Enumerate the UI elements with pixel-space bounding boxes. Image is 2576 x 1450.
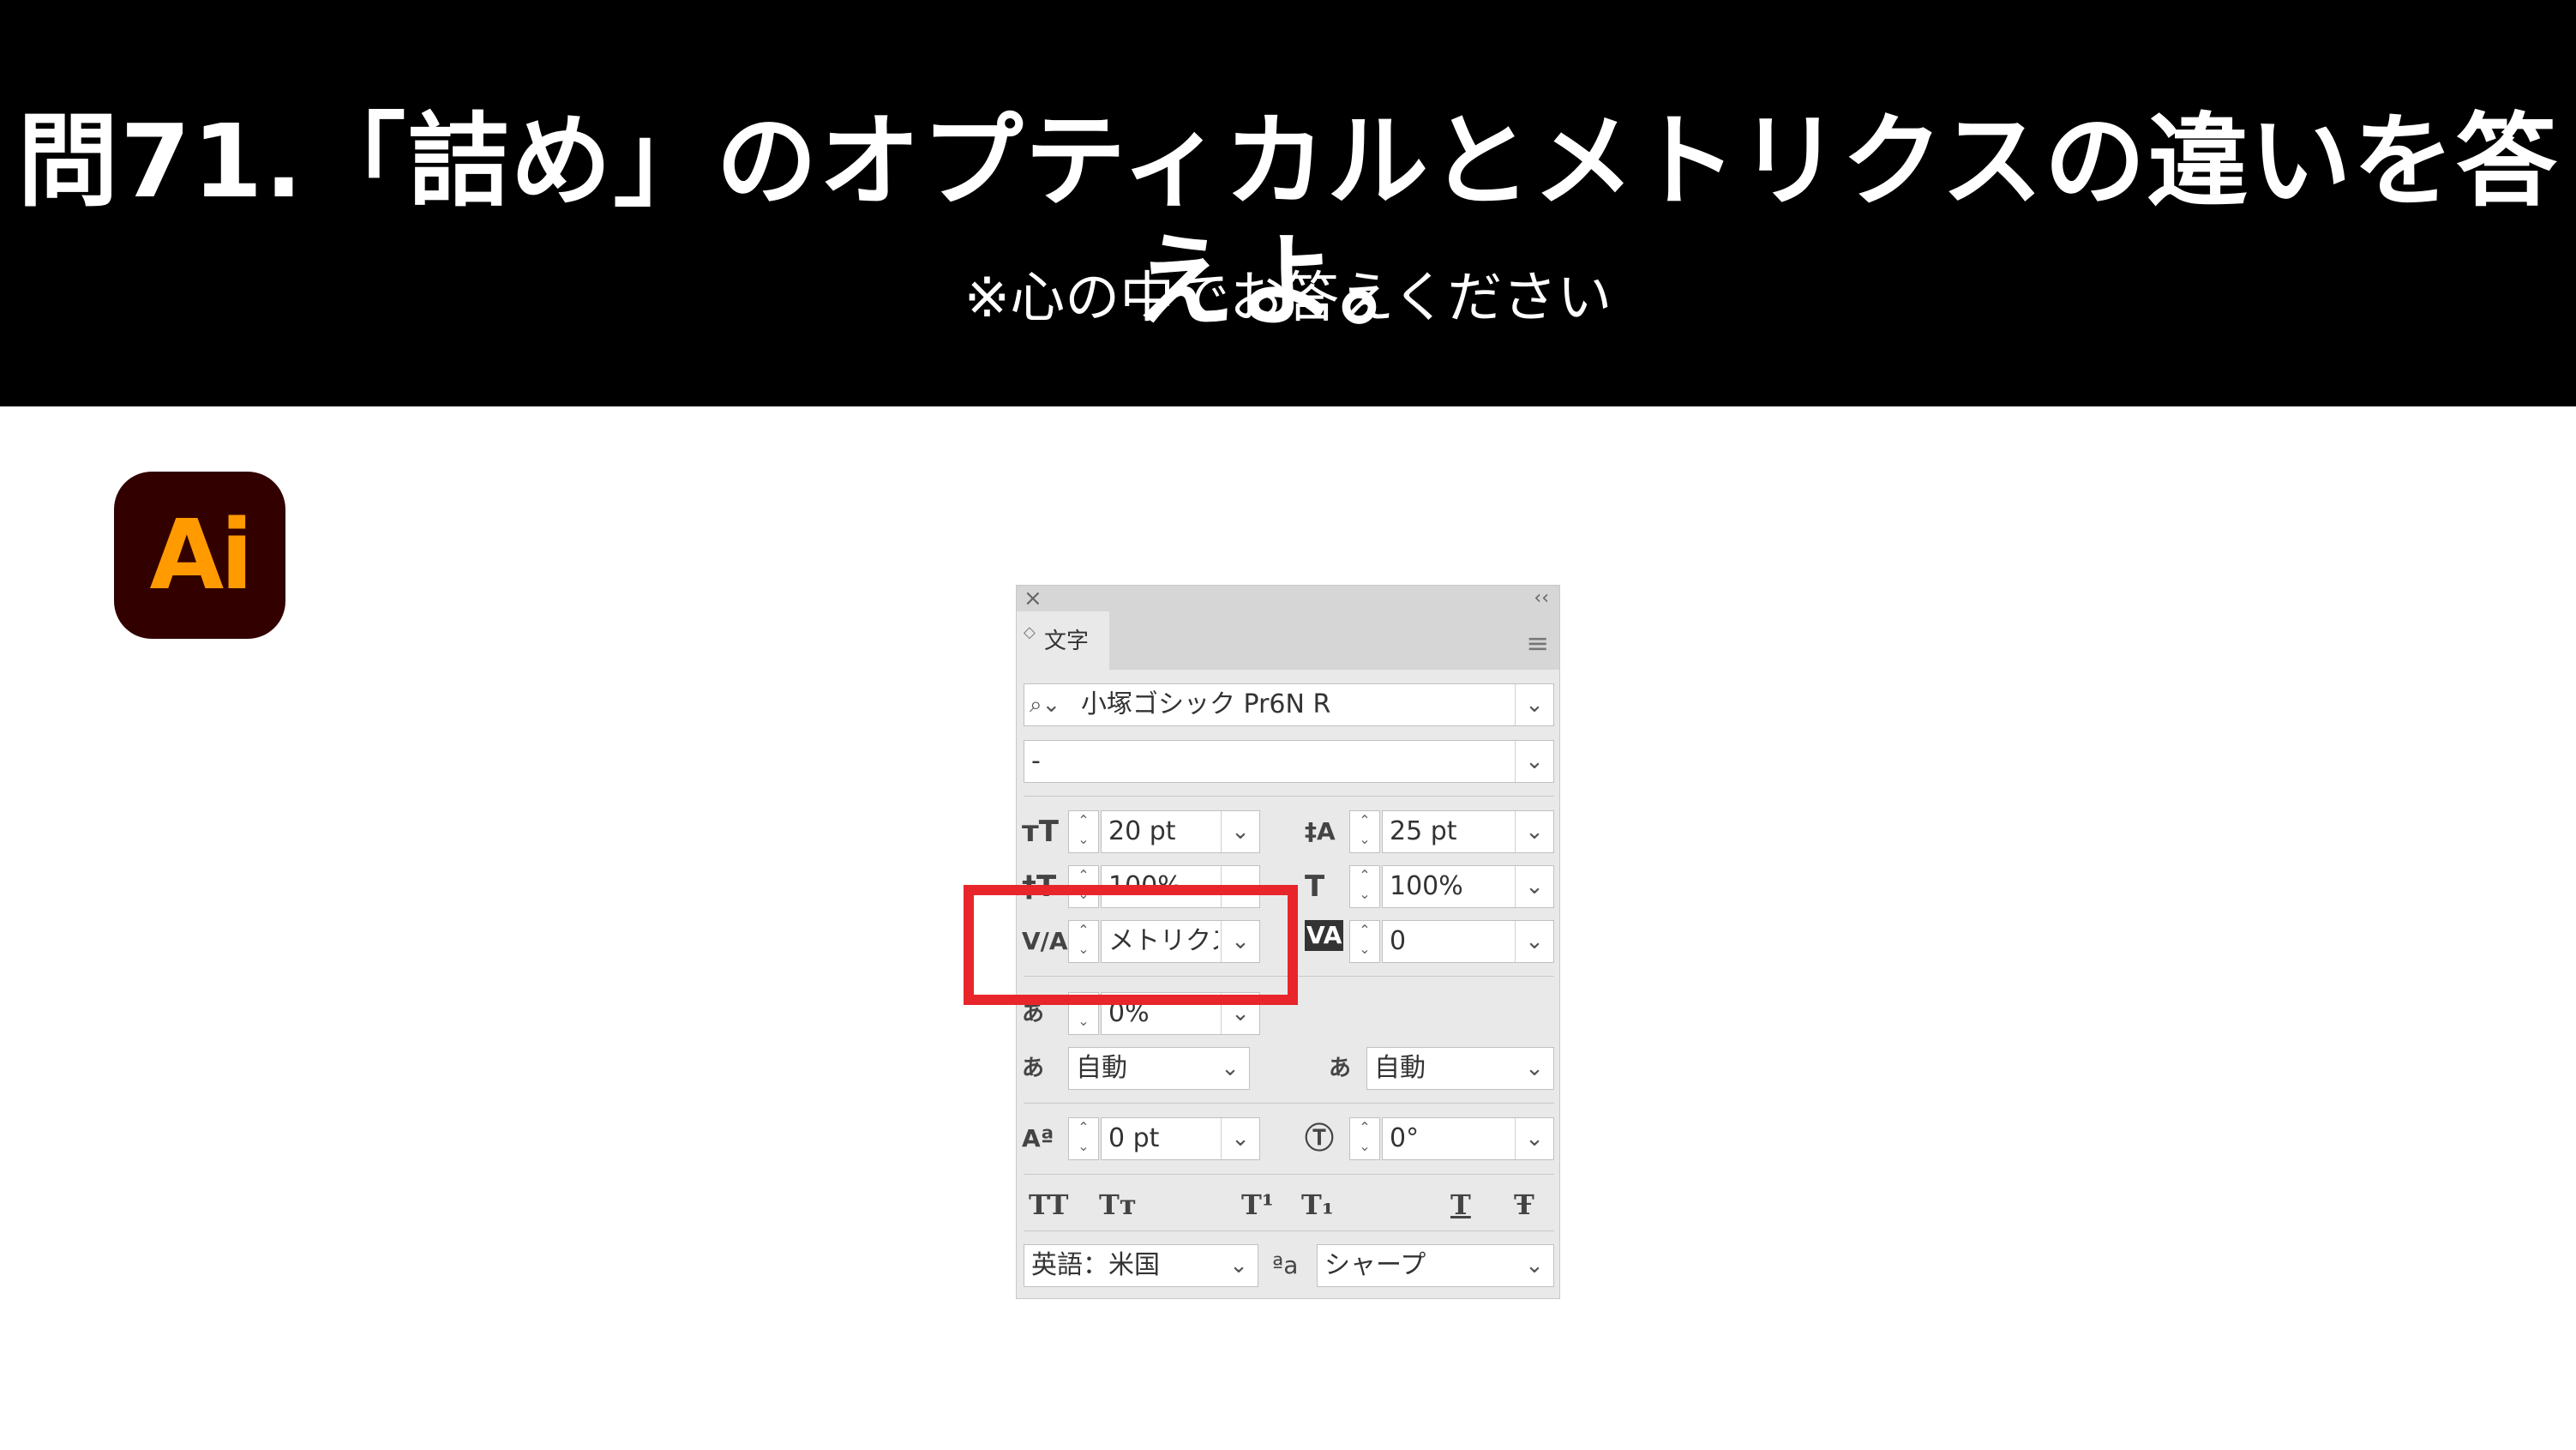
aki-right-select[interactable]: 自動 ⌄ bbox=[1366, 1047, 1554, 1090]
chevron-down-icon[interactable]: ⌄ bbox=[1220, 1245, 1258, 1286]
font-family-value: 小塚ゴシック Pr6N R bbox=[1081, 689, 1331, 719]
tab-arrows-icon: ◇ bbox=[1024, 623, 1036, 641]
page-subtitle: ※心の中でお答えください bbox=[964, 267, 1612, 330]
leading-stepper[interactable]: ⌃ ⌄ bbox=[1349, 810, 1380, 853]
horizontal-scale-stepper[interactable]: ⌃ ⌄ bbox=[1349, 865, 1380, 908]
aki-right-value: 自動 bbox=[1374, 1053, 1426, 1083]
small-caps-button[interactable]: Tт bbox=[1099, 1183, 1137, 1226]
language-value: 英語：米国 bbox=[1031, 1250, 1160, 1280]
chevron-down-icon[interactable]: ⌄ bbox=[1515, 866, 1553, 907]
close-icon[interactable]: × bbox=[1024, 586, 1042, 611]
font-size-value: 20 pt bbox=[1108, 816, 1176, 846]
search-icon: ⌕⌄ bbox=[1030, 692, 1061, 718]
horizontal-scale-icon: T bbox=[1305, 869, 1325, 904]
tracking-icon: VA bbox=[1305, 920, 1344, 951]
all-caps-button[interactable]: TT bbox=[1029, 1183, 1068, 1226]
antialias-select[interactable]: シャープ ⌄ bbox=[1317, 1244, 1554, 1287]
divider bbox=[1024, 1174, 1554, 1175]
chevron-down-icon[interactable]: ⌄ bbox=[1516, 1048, 1553, 1089]
horizontal-scale-value: 100% bbox=[1390, 871, 1463, 901]
superscript-button[interactable]: T¹ bbox=[1241, 1183, 1274, 1226]
logo-text: Ai bbox=[149, 499, 253, 611]
tracking-field[interactable]: 0 ⌄ bbox=[1382, 920, 1554, 963]
chevron-down-icon[interactable]: ⌄ bbox=[1221, 811, 1259, 852]
rotation-icon: Ⓣ bbox=[1305, 1122, 1334, 1156]
header-banner: 問71.「詰め」のオプティカルとメトリクスの違いを答えよ。 ※心の中でお答えくだ… bbox=[0, 0, 2576, 406]
chevron-down-icon[interactable]: ⌄ bbox=[1211, 1048, 1249, 1089]
divider bbox=[1024, 1230, 1554, 1231]
font-style-value: - bbox=[1031, 746, 1041, 776]
aki-left-select[interactable]: 自動 ⌄ bbox=[1068, 1047, 1250, 1090]
chevron-down-icon[interactable]: ⌄ bbox=[1516, 1245, 1553, 1286]
tracking-stepper[interactable]: ⌃ ⌄ bbox=[1349, 920, 1380, 963]
horizontal-scale-field[interactable]: 100% ⌄ bbox=[1382, 865, 1554, 908]
chevron-down-icon[interactable]: ⌄ bbox=[1515, 684, 1553, 725]
font-size-stepper[interactable]: ⌃ ⌄ bbox=[1068, 810, 1099, 853]
antialias-icon: ªa bbox=[1272, 1251, 1299, 1279]
underline-button[interactable]: T bbox=[1450, 1183, 1471, 1226]
font-size-field[interactable]: 20 pt ⌄ bbox=[1101, 810, 1260, 853]
leading-value: 25 pt bbox=[1390, 816, 1457, 846]
rotation-stepper[interactable]: ⌃ ⌄ bbox=[1349, 1117, 1380, 1160]
illustrator-logo-icon: Ai bbox=[114, 472, 285, 639]
leading-field[interactable]: 25 pt ⌄ bbox=[1382, 810, 1554, 853]
aki-left-value: 自動 bbox=[1076, 1053, 1127, 1083]
strikethrough-button[interactable]: Ŧ bbox=[1514, 1183, 1534, 1226]
chevron-down-icon[interactable]: ⌄ bbox=[1515, 811, 1553, 852]
tab-character[interactable]: ◇ 文字 bbox=[1017, 611, 1109, 670]
chevron-down-icon[interactable]: ⌄ bbox=[1515, 1118, 1553, 1159]
collapse-icon[interactable]: ‹‹ bbox=[1534, 586, 1549, 611]
aki-right-icon: あ bbox=[1329, 1056, 1352, 1081]
font-style-select[interactable]: - ⌄ bbox=[1024, 740, 1554, 783]
divider bbox=[1024, 796, 1554, 797]
subscript-button[interactable]: T₁ bbox=[1301, 1183, 1334, 1226]
chevron-down-icon[interactable]: ⌄ bbox=[1515, 921, 1553, 962]
leading-icon: ‡A bbox=[1305, 817, 1336, 845]
aki-left-icon: あ bbox=[1022, 1056, 1045, 1081]
chevron-down-icon[interactable]: ⌄ bbox=[1515, 741, 1553, 782]
panel-topbar: × ‹‹ bbox=[1017, 586, 1559, 611]
tab-label: 文字 bbox=[1044, 629, 1090, 654]
panel-tabrow: ◇ 文字 ≡ bbox=[1017, 611, 1559, 670]
tracking-value: 0 bbox=[1390, 926, 1407, 956]
baseline-shift-field[interactable]: 0 pt ⌄ bbox=[1101, 1117, 1260, 1160]
language-select[interactable]: 英語：米国 ⌄ bbox=[1024, 1244, 1258, 1287]
font-family-select[interactable]: ⌕⌄ 小塚ゴシック Pr6N R ⌄ bbox=[1024, 683, 1554, 726]
baseline-shift-stepper[interactable]: ⌃ ⌄ bbox=[1068, 1117, 1099, 1160]
antialias-value: シャープ bbox=[1324, 1250, 1426, 1280]
font-size-icon: ᴛT bbox=[1022, 815, 1059, 849]
rotation-value: 0° bbox=[1390, 1123, 1420, 1153]
baseline-shift-value: 0 pt bbox=[1108, 1123, 1160, 1153]
rotation-field[interactable]: 0° ⌄ bbox=[1382, 1117, 1554, 1160]
kerning-highlight-box bbox=[964, 885, 1298, 1005]
chevron-down-icon[interactable]: ⌄ bbox=[1221, 1118, 1259, 1159]
divider bbox=[1024, 1103, 1554, 1104]
baseline-shift-icon: Aª bbox=[1022, 1124, 1054, 1152]
panel-menu-icon[interactable]: ≡ bbox=[1526, 627, 1549, 659]
